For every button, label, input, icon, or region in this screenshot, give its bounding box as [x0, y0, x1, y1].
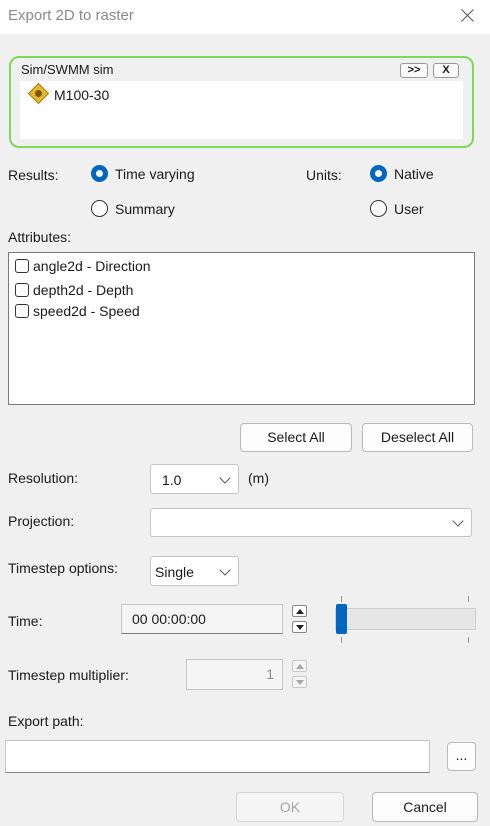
chevron-down-icon — [219, 564, 231, 576]
sim-label: Sim/SWMM sim — [21, 62, 114, 77]
projection-dropdown[interactable] — [150, 508, 472, 537]
slider-tick — [341, 637, 342, 643]
slider-tick — [468, 596, 469, 602]
resolution-dropdown[interactable]: 1.0 — [150, 464, 239, 494]
units-native-label[interactable]: Native — [394, 166, 434, 182]
attribute-label-angle2d[interactable]: angle2d - Direction — [33, 258, 151, 274]
window-title: Export 2D to raster — [8, 7, 134, 24]
time-slider[interactable] — [335, 608, 476, 630]
time-decrement-button[interactable] — [292, 621, 307, 633]
slider-tick — [341, 596, 342, 602]
expand-button[interactable]: >> — [400, 63, 428, 78]
select-all-button[interactable]: Select All — [240, 423, 352, 452]
browse-button[interactable]: ... — [447, 742, 476, 771]
results-summary-radio[interactable] — [91, 200, 108, 217]
remove-sim-button[interactable]: X — [433, 63, 459, 78]
deselect-all-button[interactable]: Deselect All — [362, 423, 473, 452]
multiplier-increment-button[interactable] — [292, 660, 307, 672]
time-value: 00 00:00:00 — [132, 611, 206, 627]
results-time-varying-label[interactable]: Time varying — [115, 166, 195, 182]
time-label: Time: — [8, 613, 43, 629]
time-increment-button[interactable] — [292, 605, 307, 617]
timestep-options-value: Single — [155, 564, 194, 580]
multiplier-decrement-button[interactable] — [292, 676, 307, 688]
export-path-input[interactable] — [5, 740, 430, 773]
results-label: Results: — [8, 167, 59, 183]
units-user-label[interactable]: User — [394, 201, 424, 217]
cancel-button[interactable]: Cancel — [372, 792, 478, 822]
results-time-varying-radio[interactable] — [91, 165, 108, 182]
chevron-down-icon — [452, 515, 464, 527]
resolution-unit: (m) — [248, 470, 269, 486]
time-input[interactable]: 00 00:00:00 — [121, 604, 283, 634]
units-native-radio[interactable] — [370, 165, 387, 182]
timestep-multiplier-input[interactable]: 1 — [186, 659, 283, 690]
timestep-options-label: Timestep options: — [8, 560, 118, 576]
units-user-radio[interactable] — [370, 200, 387, 217]
slider-tick — [468, 637, 469, 643]
attributes-list[interactable] — [8, 252, 475, 405]
export-path-label: Export path: — [8, 713, 84, 729]
close-icon[interactable] — [452, 1, 482, 31]
chevron-down-icon — [219, 472, 231, 484]
attribute-label-depth2d[interactable]: depth2d - Depth — [33, 282, 133, 298]
units-label: Units: — [306, 167, 342, 183]
attribute-checkbox-depth2d[interactable] — [15, 283, 29, 297]
results-summary-label[interactable]: Summary — [115, 201, 175, 217]
timestep-options-dropdown[interactable]: Single — [150, 556, 239, 586]
timestep-multiplier-value: 1 — [266, 666, 274, 682]
attribute-checkbox-speed2d[interactable] — [15, 304, 29, 318]
ok-button[interactable]: OK — [236, 792, 344, 822]
sim-item-name[interactable]: M100-30 — [54, 87, 109, 103]
attribute-label-speed2d[interactable]: speed2d - Speed — [33, 303, 140, 319]
timestep-multiplier-label: Timestep multiplier: — [8, 667, 129, 683]
projection-label: Projection: — [8, 513, 75, 529]
resolution-value: 1.0 — [162, 472, 182, 488]
resolution-label: Resolution: — [8, 470, 79, 486]
attribute-checkbox-angle2d[interactable] — [15, 259, 29, 273]
time-slider-thumb[interactable] — [336, 604, 347, 634]
sim-diamond-dot — [35, 90, 42, 97]
attributes-label: Attributes: — [8, 229, 72, 245]
